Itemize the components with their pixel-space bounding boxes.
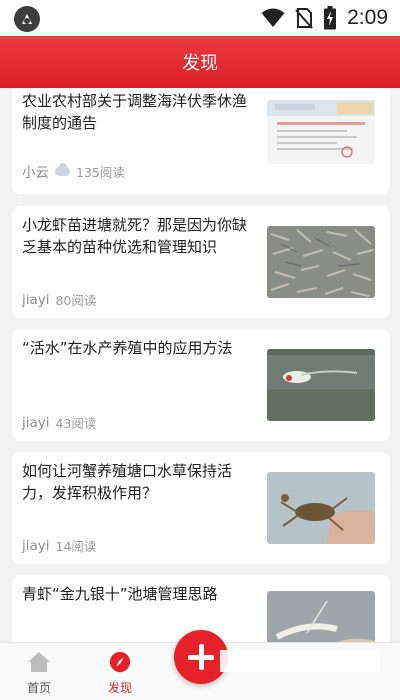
cloud-icon (55, 162, 70, 176)
crayfish-thumbnail (267, 226, 375, 298)
article-title: 农业农村部关于调整海洋伏季休渔制度的通告 (22, 92, 248, 132)
article-author: jiayi (22, 291, 50, 308)
title-bar: 发现 (0, 36, 400, 88)
article-meta: 小云 135阅读 (22, 161, 125, 181)
home-icon (28, 652, 50, 672)
article-reads: 135阅读 (76, 164, 125, 180)
compass-icon (109, 651, 131, 673)
app-icon (14, 6, 40, 32)
document-thumbnail (267, 100, 375, 164)
article-reads: 80阅读 (55, 293, 97, 308)
shrimp-thumbnail (267, 591, 375, 642)
clock: 2:09 (347, 6, 388, 29)
article-title: “活水”在水产养殖中的应用方法 (22, 339, 233, 357)
article-title: 小龙虾苗进塘就死？那是因为你缺乏基本的苗种优选和管理知识 (22, 216, 248, 256)
tab-label: 首页 (26, 681, 51, 695)
article-meta: jiayi 43阅读 (22, 413, 96, 432)
wifi-icon (261, 8, 285, 27)
status-bar: 2:09 (0, 0, 400, 36)
page-title: 发现 (182, 53, 218, 74)
article-reads: 14阅读 (55, 539, 97, 554)
article-feed[interactable]: 农业农村部关于调整海洋伏季休渔制度的通告 小云 135阅读 小龙虾苗进塘就死？那… (0, 88, 400, 642)
aerator-pond-thumbnail (267, 349, 375, 421)
battery-charging-icon (324, 6, 337, 30)
tab-discover[interactable]: 发现 (90, 651, 150, 696)
crab-hand-thumbnail (267, 472, 375, 544)
article-card[interactable]: 农业农村部关于调整海洋伏季休渔制度的通告 小云 135阅读 (12, 88, 390, 194)
article-author: 小云 (22, 165, 49, 181)
article-card[interactable]: 小龙虾苗进塘就死？那是因为你缺乏基本的苗种优选和管理知识 jiayi 80阅读 (12, 206, 390, 318)
article-meta: jiayi 14阅读 (22, 536, 96, 555)
no-sim-icon (295, 8, 313, 29)
article-card[interactable]: “活水”在水产养殖中的应用方法 jiayi 43阅读 (12, 329, 390, 441)
article-meta: jiayi 80阅读 (22, 290, 96, 309)
article-title: 如何让河蟹养殖塘口水草保持活力，发挥积极作用？ (22, 462, 233, 502)
article-card[interactable]: 如何让河蟹养殖塘口水草保持活力，发挥积极作用？ jiayi 14阅读 (12, 452, 390, 564)
fab-overlay (220, 650, 380, 672)
article-author: jiayi (22, 414, 50, 431)
tab-label: 发现 (107, 681, 132, 695)
article-title: 青虾“金九银十”池塘管理思路 (22, 585, 218, 603)
tab-home[interactable]: 首页 (9, 651, 69, 696)
article-author: jiayi (22, 537, 50, 554)
article-reads: 43阅读 (55, 416, 97, 431)
